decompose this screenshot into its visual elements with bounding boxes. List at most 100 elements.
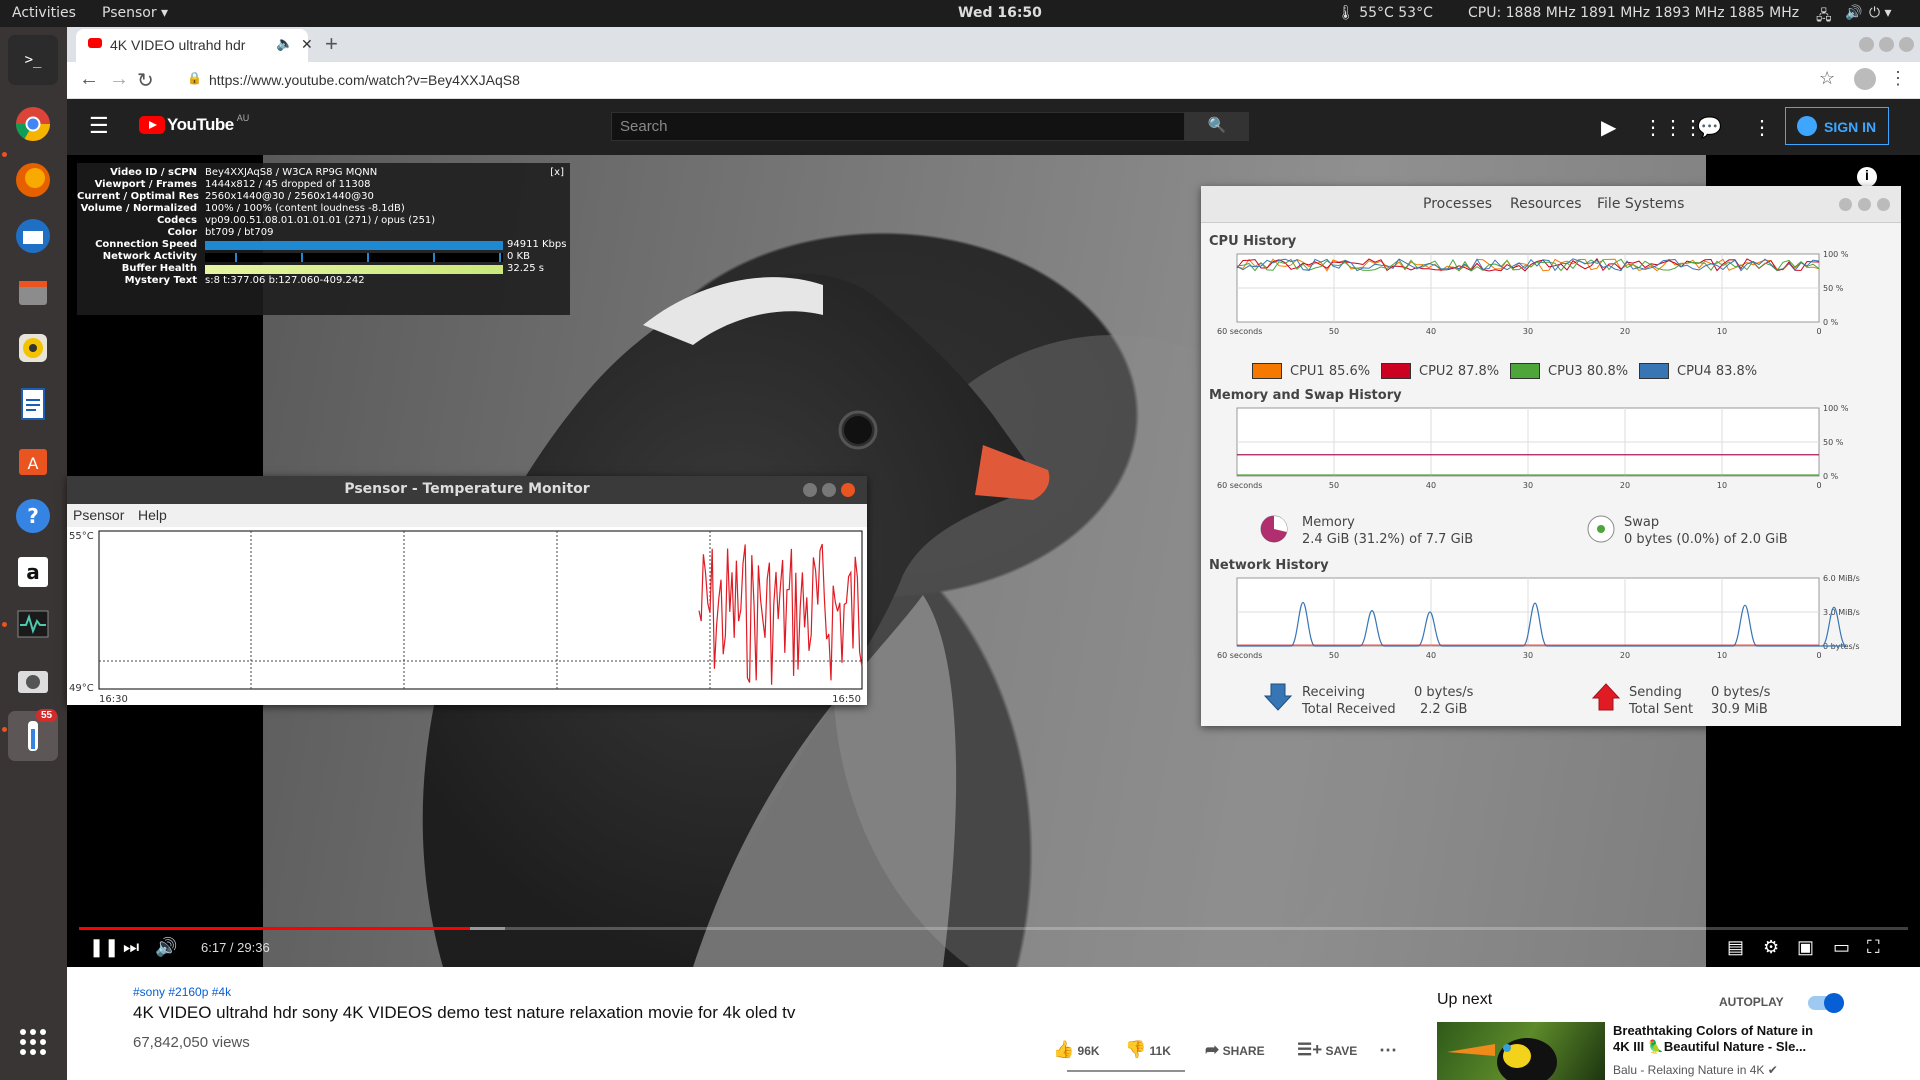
close-button[interactable] — [1877, 198, 1890, 211]
miniplayer-icon[interactable]: ▣ — [1797, 937, 1814, 958]
total-sent: 30.9 MiB — [1711, 702, 1768, 717]
maximize-button[interactable] — [1879, 37, 1894, 52]
x-tick-label: 10 — [1717, 327, 1727, 336]
maximize-button[interactable] — [1858, 198, 1871, 211]
sign-in-button[interactable]: SIGN IN — [1785, 107, 1889, 145]
bookmark-star-icon[interactable]: ☆ — [1819, 68, 1835, 89]
x-tick-label: 30 — [1523, 481, 1533, 490]
screenshot-icon[interactable] — [8, 655, 58, 705]
pause-icon[interactable]: ❚❚ — [89, 937, 119, 958]
settings-icon[interactable]: ⚙ — [1763, 937, 1779, 958]
minimize-button[interactable] — [1859, 37, 1874, 52]
reload-icon[interactable]: ↻ — [137, 68, 154, 93]
forward-icon[interactable]: → — [109, 68, 129, 91]
recommended-thumbnail[interactable] — [1437, 1022, 1605, 1080]
recommended-channel[interactable]: Balu - Relaxing Nature in 4K ✔ — [1613, 1063, 1778, 1077]
address-bar[interactable]: 🔒 https://www.youtube.com/watch?v=Bey4XX… — [167, 67, 1807, 94]
help-icon[interactable]: ? — [8, 491, 58, 541]
info-icon[interactable]: i — [1857, 167, 1877, 187]
share-label: SHARE — [1222, 1044, 1265, 1058]
writer-icon[interactable] — [8, 379, 58, 429]
more-actions-icon[interactable]: ⋯ — [1379, 1040, 1397, 1061]
minimize-button[interactable] — [1839, 198, 1852, 211]
maximize-button[interactable] — [822, 483, 836, 497]
search-input[interactable]: Search — [611, 112, 1185, 141]
save-button[interactable]: ☰+ SAVE — [1297, 1040, 1357, 1060]
settings-menu-icon[interactable]: ⋮ — [1752, 115, 1772, 140]
tab-resources[interactable]: Resources — [1510, 196, 1582, 212]
recommended-title[interactable]: Breathtaking Colors of Nature in 4K III … — [1613, 1023, 1818, 1055]
activities-button[interactable]: Activities — [12, 5, 76, 21]
close-window-button[interactable] — [1899, 37, 1914, 52]
chrome-icon[interactable] — [8, 99, 58, 149]
youtube-logo[interactable]: YouTube AU — [139, 113, 249, 135]
amazon-icon[interactable]: a — [8, 547, 58, 597]
new-tab-button[interactable]: + — [325, 31, 338, 57]
youtube-logo-text: YouTube — [167, 115, 234, 134]
back-icon[interactable]: ← — [79, 68, 99, 91]
autoplay-toggle[interactable] — [1808, 993, 1844, 1013]
dislike-button[interactable]: 👎 11K — [1125, 1040, 1171, 1060]
search-button[interactable]: 🔍 — [1185, 112, 1249, 141]
messages-icon[interactable]: 💬 — [1697, 115, 1722, 140]
swap-value: 0 bytes (0.0%) of 2.0 GiB — [1624, 532, 1788, 547]
chrome-menu-icon[interactable]: ⋮ — [1889, 68, 1907, 89]
time-display: 6:17 / 29:36 — [201, 940, 270, 955]
theater-mode-icon[interactable]: ▭ — [1833, 937, 1850, 958]
y-tick-label: 50 % — [1823, 438, 1844, 447]
total-sent-label: Total Sent — [1629, 702, 1694, 717]
firefox-icon[interactable] — [8, 155, 58, 205]
show-applications-icon[interactable] — [8, 1017, 58, 1067]
share-button[interactable]: ➦ SHARE — [1205, 1040, 1265, 1060]
system-monitor-window: Processes Resources File Systems CPU His… — [1201, 186, 1901, 726]
network-history-graph: 60 seconds 50 40 30 20 10 06.0 MiB/s3.0 MiB/s0… — [1217, 574, 1860, 660]
cpu-color-swatch[interactable] — [1639, 363, 1669, 379]
cpu-frequency-indicator[interactable]: CPU: 1888 MHz 1891 MHz 1893 MHz 1885 MHz — [1468, 5, 1799, 21]
cpu-color-swatch[interactable] — [1252, 363, 1282, 379]
apps-icon[interactable]: ⋮⋮⋮ — [1643, 115, 1703, 140]
psensor-title-bar[interactable]: Psensor - Temperature Monitor — [67, 476, 867, 504]
clock[interactable]: Wed 16:50 — [958, 5, 1042, 21]
terminal-icon[interactable]: >_ — [8, 35, 58, 85]
menu-icon[interactable]: ☰ — [89, 113, 109, 139]
fullscreen-icon[interactable]: ⛶ — [1867, 937, 1880, 958]
power-icon[interactable]: ⏻ ▾ — [1869, 5, 1892, 21]
profile-avatar[interactable] — [1854, 68, 1876, 90]
lock-icon[interactable]: 🔒 — [187, 71, 202, 85]
cpu-history-graph: 60 seconds 50 40 30 20 10 0 100 % 50 % 0 % — [1217, 250, 1849, 336]
volume-icon[interactable]: 🔊 — [1845, 5, 1862, 21]
audio-playing-icon[interactable]: 🔈 — [276, 35, 293, 52]
thunderbird-icon[interactable] — [8, 211, 58, 261]
video-info: #sony #2160p #4k 4K VIDEO ultrahd hdr so… — [67, 967, 1920, 1080]
close-button[interactable] — [841, 483, 855, 497]
network-icon[interactable]: 🖧 — [1816, 5, 1832, 29]
cpu-color-swatch[interactable] — [1381, 363, 1411, 379]
software-center-icon[interactable]: A — [8, 435, 58, 485]
progress-bar[interactable] — [79, 927, 1908, 930]
tab-title: 4K VIDEO ultrahd hdr — [110, 37, 246, 53]
next-icon[interactable]: ⏭ — [123, 937, 139, 958]
files-icon[interactable] — [8, 267, 58, 317]
volume-icon[interactable]: 🔊 — [155, 937, 177, 958]
menu-psensor[interactable]: Psensor — [73, 507, 124, 523]
tab-processes[interactable]: Processes — [1423, 196, 1492, 212]
create-video-icon[interactable]: ▶ — [1601, 115, 1616, 140]
minimize-button[interactable] — [803, 483, 817, 497]
browser-tab[interactable]: 4K VIDEO ultrahd hdr 🔈 ✕ — [76, 29, 313, 62]
save-label: SAVE — [1325, 1044, 1358, 1058]
memory-pie-icon[interactable] — [1259, 514, 1289, 544]
like-button[interactable]: 👍 96K — [1053, 1040, 1100, 1060]
system-monitor-icon[interactable] — [8, 599, 58, 649]
menu-help[interactable]: Help — [138, 507, 167, 523]
rhythmbox-icon[interactable] — [8, 323, 58, 373]
tab-file-systems[interactable]: File Systems — [1597, 196, 1684, 212]
subtitles-icon[interactable]: ▤ — [1727, 937, 1744, 958]
cpu-color-swatch[interactable] — [1510, 363, 1540, 379]
toggle-knob — [1824, 993, 1844, 1013]
tab-close-icon[interactable]: ✕ — [301, 36, 313, 53]
temperature-graph-svg: 55°C 49°C 16:30 16:50 — [69, 530, 863, 705]
temperature-indicator[interactable]: 🌡 55°C 53°C — [1337, 5, 1433, 21]
video-tags[interactable]: #sony #2160p #4k — [133, 985, 231, 999]
swap-pie-icon[interactable] — [1586, 514, 1616, 544]
app-menu[interactable]: Psensor ▾ — [102, 5, 168, 21]
